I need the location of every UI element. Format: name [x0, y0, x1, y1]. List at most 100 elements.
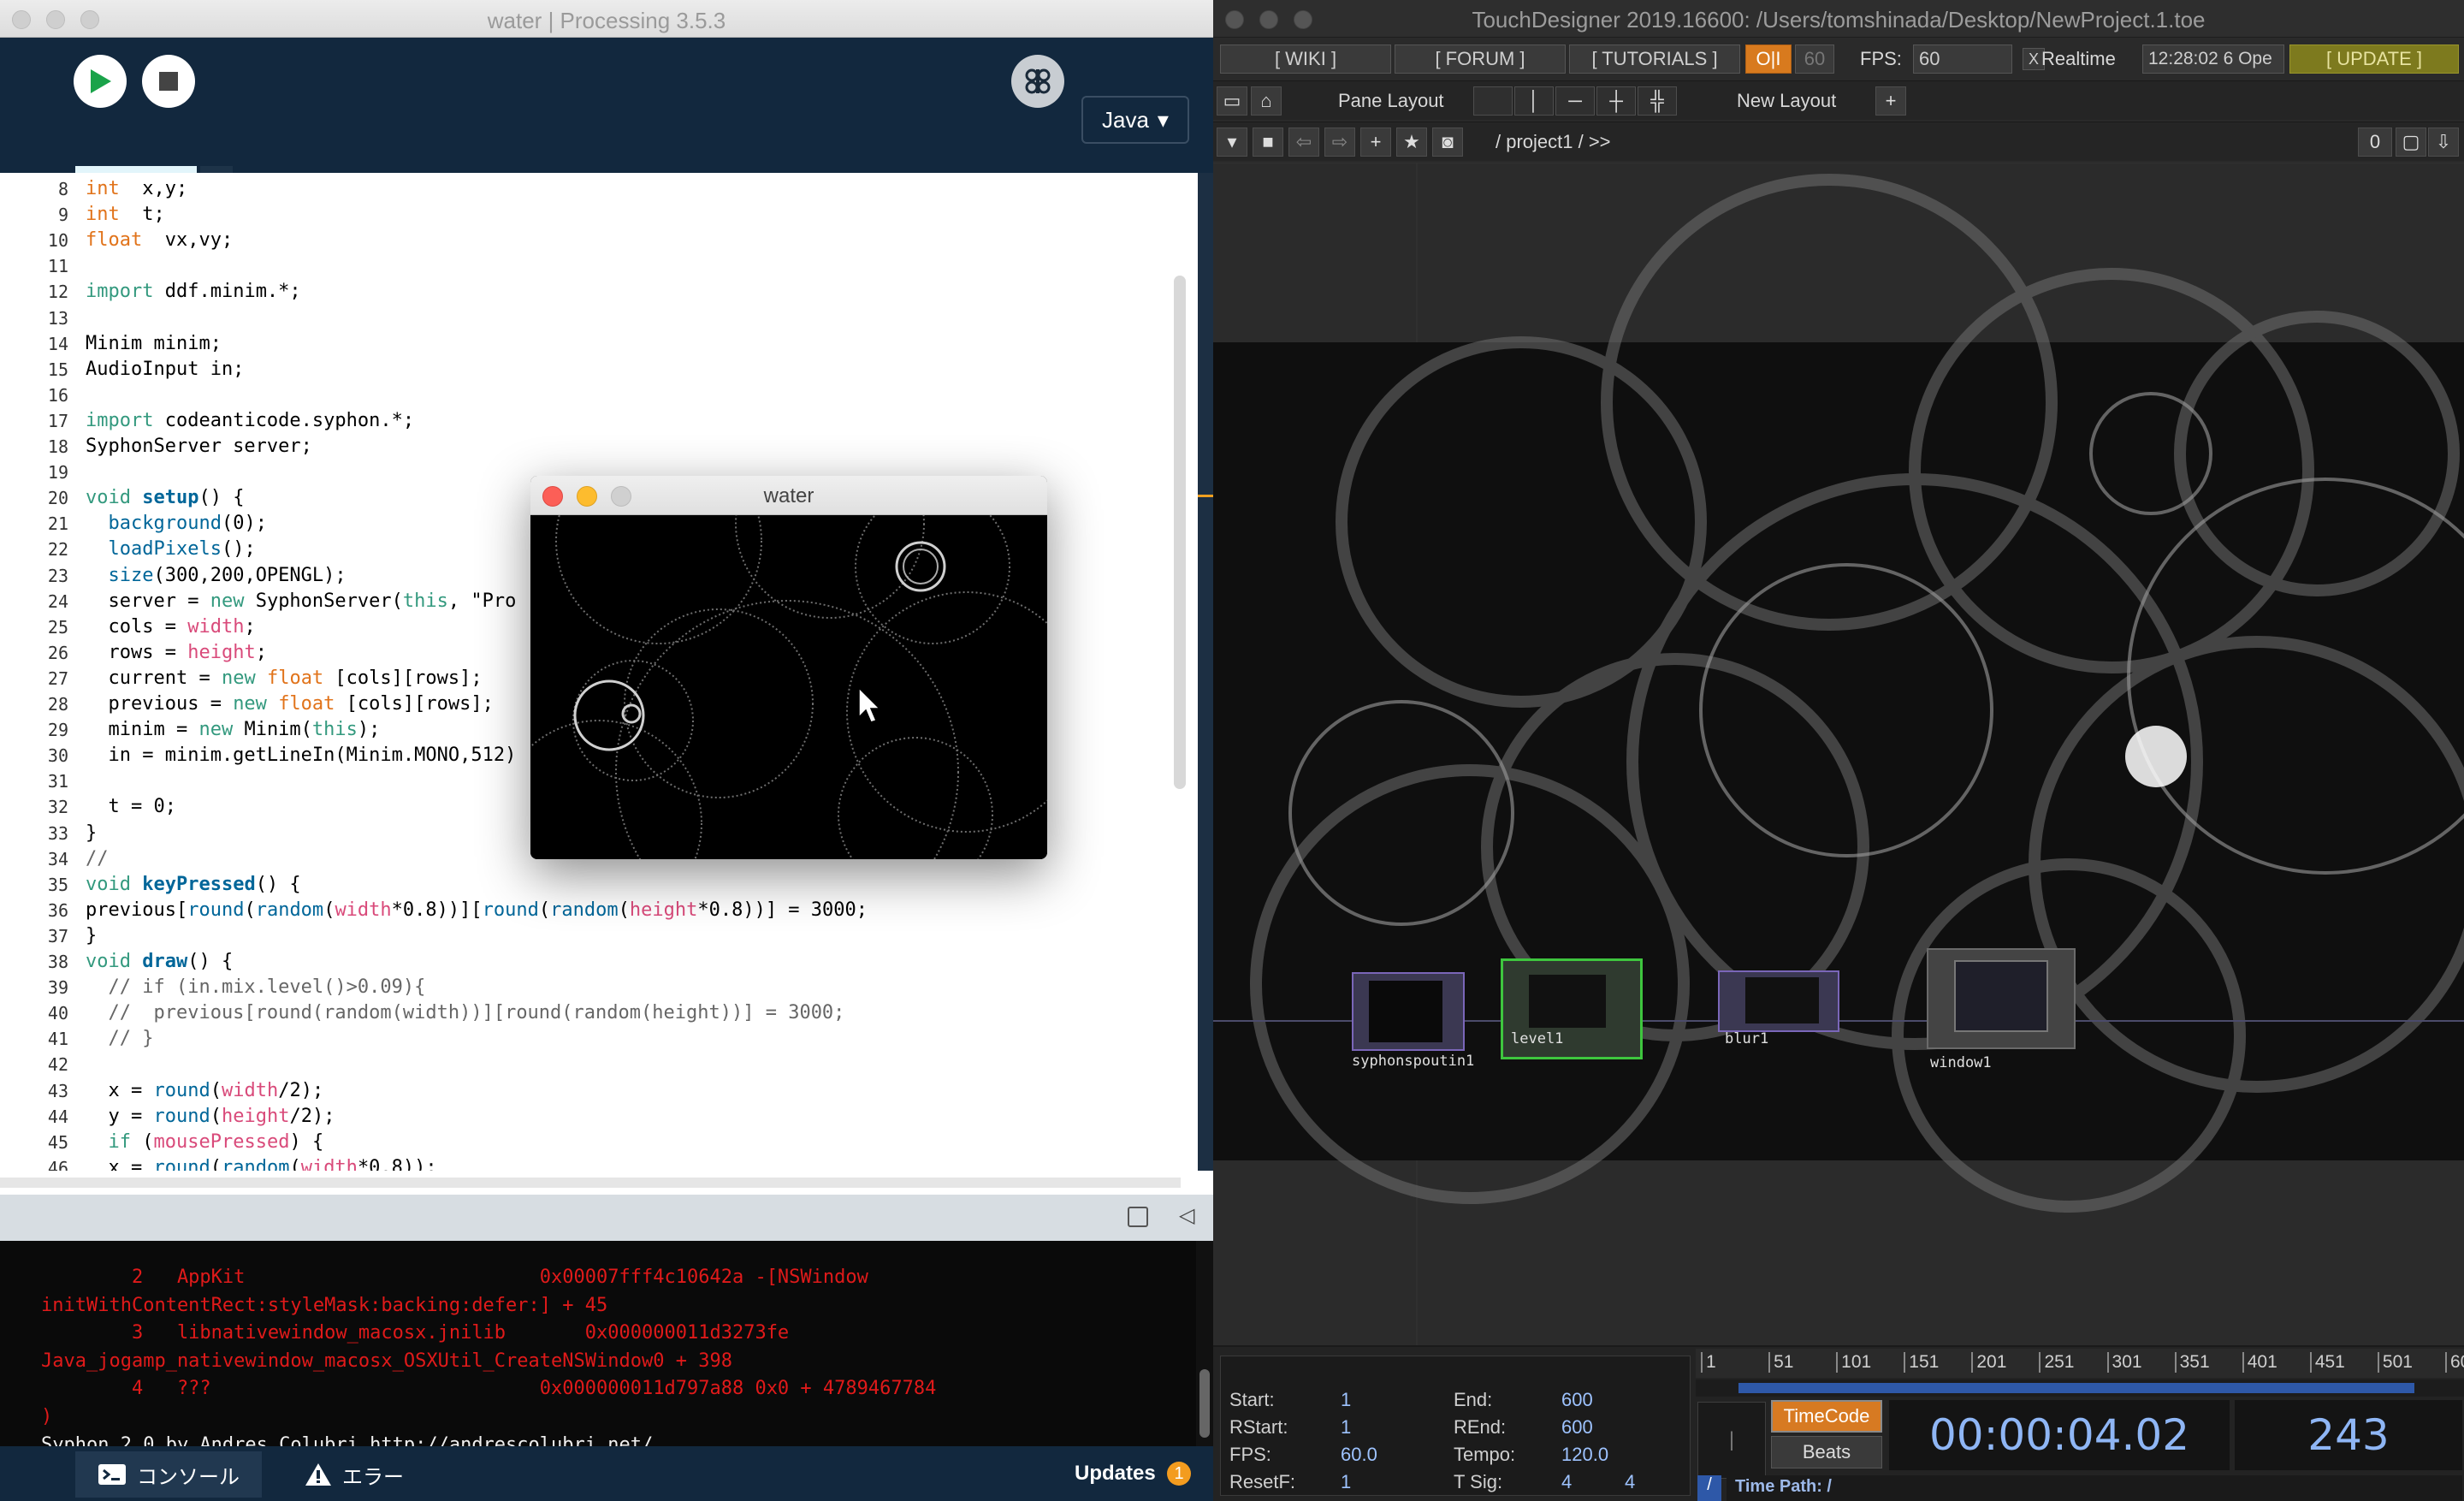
updates-badge[interactable]: 1 — [1167, 1462, 1191, 1486]
ripple-canvas[interactable] — [530, 515, 1047, 859]
end-value[interactable]: 600 — [1561, 1389, 1593, 1411]
pane-viewer-icon[interactable]: ▭ — [1217, 86, 1247, 116]
download-icon[interactable]: ⇩ — [2428, 128, 2459, 157]
play-control-button[interactable]: | — [1697, 1402, 1766, 1479]
line-text: if (mousePressed) { — [86, 1130, 324, 1155]
forward-arrow-icon[interactable]: ⇨ — [1324, 128, 1355, 157]
network-path[interactable]: / project1 / >> — [1496, 131, 1611, 153]
tab-errors[interactable]: エラー — [282, 1451, 426, 1498]
counter-field[interactable]: 0 — [2358, 128, 2392, 157]
chevron-down-icon[interactable]: ▾ — [1217, 128, 1247, 157]
console-scrollbar[interactable] — [1199, 1369, 1210, 1438]
timecode-toggle[interactable]: TimeCode — [1771, 1400, 1882, 1433]
layout-single-icon[interactable] — [1473, 86, 1513, 116]
stop-icon[interactable]: ■ — [1253, 128, 1283, 157]
code-line[interactable]: 10 float vx,vy; — [0, 228, 1181, 253]
tab-console[interactable]: コンソール — [75, 1451, 262, 1498]
code-line[interactable]: 15 AudioInput in; — [0, 357, 1181, 383]
rstart-value[interactable]: 1 — [1341, 1416, 1351, 1439]
updates-label[interactable]: Updates — [1075, 1462, 1156, 1486]
frame-display[interactable]: 243 — [2235, 1400, 2462, 1470]
code-token: ddf.minim.*; — [153, 281, 301, 303]
run-button[interactable] — [74, 55, 127, 108]
fps-field[interactable]: 60 — [1913, 44, 2012, 74]
timeline-track[interactable] — [1696, 1379, 2464, 1397]
code-line[interactable]: 12 import ddf.minim.*; — [0, 279, 1181, 305]
code-line[interactable]: 18 SyphonServer server; — [0, 434, 1181, 460]
rend-value[interactable]: 600 — [1561, 1416, 1593, 1439]
tsig-denominator[interactable]: 4 — [1625, 1471, 1635, 1493]
debugger-button[interactable] — [1011, 55, 1064, 108]
timecode-display[interactable]: 00:00:04.02 — [1889, 1400, 2230, 1470]
network-editor[interactable]: syphonspoutin1 level1 blur1 window1 — [1213, 163, 2464, 1345]
oi-toggle[interactable]: O|I — [1745, 44, 1792, 74]
timeline-range-bar[interactable] — [1738, 1383, 2414, 1393]
code-line[interactable]: 41 // } — [0, 1026, 1181, 1052]
start-value[interactable]: 1 — [1341, 1389, 1351, 1411]
beats-toggle[interactable]: Beats — [1771, 1436, 1882, 1468]
resetf-value[interactable]: 1 — [1341, 1471, 1351, 1493]
layout-four-icon[interactable]: ╬ — [1638, 86, 1677, 116]
pane-home-icon[interactable]: ⌂ — [1251, 86, 1282, 116]
frame-ruler[interactable]: 151101151201251301351401451501600 — [1696, 1349, 2464, 1378]
console-scroll-strip[interactable] — [1196, 1241, 1213, 1446]
network-grid — [1213, 163, 2464, 1345]
maximize-icon[interactable]: ▢ — [2396, 128, 2426, 157]
layout-three-icon[interactable]: ┼ — [1596, 86, 1636, 116]
console-output[interactable]: 2 AppKit 0x00007fff4c10642a -[NSWindow in… — [0, 1241, 1196, 1446]
code-line[interactable]: 37} — [0, 923, 1181, 949]
console-line: Java_jogamp_nativewindow_macosx_OSXUtil_… — [41, 1350, 732, 1372]
back-arrow-icon[interactable]: ⇦ — [1288, 128, 1319, 157]
code-token: import — [86, 281, 154, 303]
tempo-value[interactable]: 120.0 — [1561, 1444, 1608, 1466]
td-titlebar[interactable]: TouchDesigner 2019.16600: /Users/tomshin… — [1213, 0, 2464, 38]
operator-syphonspoutin[interactable] — [1352, 972, 1465, 1051]
line-text: previous = new float [cols][rows]; — [86, 691, 493, 717]
star-icon[interactable]: ★ — [1396, 128, 1427, 157]
operator-blur[interactable] — [1718, 970, 1839, 1032]
code-line[interactable]: 45 if (mousePressed) { — [0, 1130, 1181, 1155]
viewer-toggle-icon[interactable]: ◙ — [1432, 128, 1463, 157]
horizontal-scrollbar[interactable] — [0, 1178, 1181, 1188]
wiki-button[interactable]: [ WIKI ] — [1220, 44, 1391, 74]
code-line[interactable]: 17 import codeanticode.syphon.*; — [0, 408, 1181, 434]
code-line[interactable]: 35 void keyPressed() { — [0, 872, 1181, 898]
stop-button[interactable] — [142, 55, 195, 108]
collapse-icon[interactable]: ◁ — [1179, 1203, 1194, 1228]
code-line[interactable]: 11 — [0, 253, 1181, 279]
update-button[interactable]: [ UPDATE ] — [2289, 44, 2459, 74]
code-line[interactable]: 46 x = round(random(width*0.8)); — [0, 1155, 1181, 1171]
fps-value[interactable]: 60.0 — [1341, 1444, 1377, 1466]
code-line[interactable]: 16 — [0, 383, 1181, 408]
code-line[interactable]: 43 x = round(width/2); — [0, 1078, 1181, 1104]
tsig-numerator[interactable]: 4 — [1561, 1471, 1572, 1493]
terminal-icon — [98, 1464, 126, 1485]
copy-icon[interactable] — [1128, 1207, 1148, 1227]
forum-button[interactable]: [ FORUM ] — [1395, 44, 1566, 74]
code-line[interactable]: 9 int t; — [0, 202, 1181, 228]
tutorials-button[interactable]: [ TUTORIALS ] — [1569, 44, 1740, 74]
plus-icon[interactable]: + — [1360, 128, 1391, 157]
code-line[interactable]: 39 // if (in.mix.level()>0.09){ — [0, 975, 1181, 1000]
processing-titlebar[interactable]: water | Processing 3.5.3 — [0, 0, 1213, 38]
add-layout-button[interactable]: + — [1875, 86, 1906, 116]
code-line[interactable]: 14 Minim minim; — [0, 331, 1181, 357]
mode-selector[interactable]: Java ▾ — [1081, 96, 1189, 144]
editor-bottom-gap — [0, 1171, 1213, 1195]
code-line[interactable]: 44 y = round(height/2); — [0, 1104, 1181, 1130]
layout-split-v-icon[interactable]: │ — [1514, 86, 1554, 116]
sketch-titlebar[interactable]: water — [530, 476, 1047, 515]
fps-box[interactable]: 60 — [1795, 44, 1834, 74]
editor-scrollbar[interactable] — [1174, 276, 1186, 789]
code-line[interactable]: 42 — [0, 1052, 1181, 1077]
code-line[interactable]: 36 previous[round(random(width*0.8))][rou… — [0, 898, 1181, 923]
sketch-window[interactable]: water — [530, 476, 1047, 859]
clock-display: 12:28:02 6 Ope — [2142, 44, 2284, 74]
code-line[interactable]: 40 // previous[round(random(width))][rou… — [0, 1000, 1181, 1026]
code-line[interactable]: 8 int x,y; — [0, 176, 1181, 202]
code-line[interactable]: 13 — [0, 306, 1181, 331]
code-line[interactable]: 38 void draw() { — [0, 949, 1181, 975]
operator-window[interactable] — [1927, 948, 2076, 1049]
layout-split-h-icon[interactable]: ─ — [1555, 86, 1595, 116]
